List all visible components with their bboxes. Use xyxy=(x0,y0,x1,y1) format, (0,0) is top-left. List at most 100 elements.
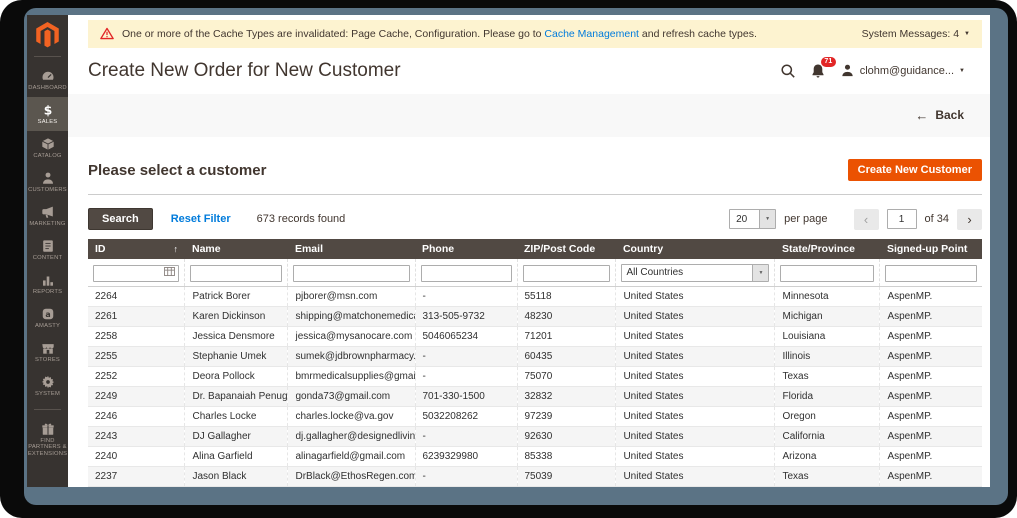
table-cell: Stephanie Umek xyxy=(184,346,288,367)
marketing-icon xyxy=(41,206,53,218)
table-row[interactable]: 2243 DJ Gallagher dj.gallagher@designedliv… xyxy=(88,426,982,447)
table-row[interactable]: 2246 Charles Locke charles.locke@va.gov 503… xyxy=(88,406,982,427)
sidebar-item-stores[interactable]: STORES xyxy=(27,335,68,369)
table-cell: 701-330-1500 xyxy=(414,386,517,407)
search-button[interactable]: Search xyxy=(88,208,153,230)
table-row[interactable]: 2249Dr. Bapanaiah Penugondagonda73@gmail… xyxy=(88,386,982,407)
table-cell: 60435 xyxy=(516,346,616,367)
back-button[interactable]: ← Back xyxy=(915,108,964,123)
sidebar-item-label: SYSTEM xyxy=(34,390,61,397)
table-cell: 97239 xyxy=(516,406,616,427)
table-row[interactable]: 2264 Patrick Borer pjborer@msn.com -55118 Un… xyxy=(88,286,982,307)
column-header-email[interactable]: Email xyxy=(287,239,415,259)
column-header-name[interactable]: Name xyxy=(184,239,288,259)
sidebar-item-amasty[interactable]: a AMASTY xyxy=(27,301,68,335)
table-row[interactable]: 2240 Alina Garfield alinagarfield@gmail.co… xyxy=(88,446,982,467)
chevron-down-icon: ▼ xyxy=(964,30,970,37)
table-cell: United States xyxy=(615,466,775,487)
content: Please select a customer Create New Cust… xyxy=(68,137,990,487)
sidebar-item-label: CONTENT xyxy=(32,254,63,261)
table-row[interactable]: 2237 Jason Black DrBlack@EthosRegen.com -75… xyxy=(88,466,982,487)
table-cell: charles.locke@va.gov xyxy=(287,406,415,427)
table-cell: 5046065234 xyxy=(414,326,517,347)
per-page-select[interactable]: 20 ▼ xyxy=(729,209,777,229)
table-cell: AspenMP. xyxy=(879,306,982,327)
sidebar-item-label: SALES xyxy=(37,118,58,125)
chevron-down-icon: ▼ xyxy=(959,67,965,74)
table-cell: United States xyxy=(615,286,775,307)
filter-email-input[interactable] xyxy=(293,265,410,282)
column-header-phone[interactable]: Phone xyxy=(415,239,517,259)
column-header-state[interactable]: State/Province xyxy=(774,239,880,259)
column-header-country[interactable]: Country xyxy=(615,239,775,259)
sidebar-item-sales[interactable]: $ SALES xyxy=(27,96,68,131)
page-header: Create New Order for New Customer 71 clo… xyxy=(68,48,990,94)
sidebar-divider xyxy=(34,56,61,57)
per-page-label: per page xyxy=(784,213,828,225)
sidebar-item-find-partners[interactable]: FIND PARTNERS & EXTENSIONS xyxy=(27,416,68,464)
table-cell: Jason Black xyxy=(184,466,288,487)
system-messages-toggle[interactable]: System Messages: 4 ▼ xyxy=(862,28,970,40)
table-cell: 48230 xyxy=(516,306,616,327)
sidebar-item-marketing[interactable]: MARKETING xyxy=(27,199,68,233)
cache-management-link[interactable]: Cache Management xyxy=(544,28,639,40)
table-cell: Karen Dickinson xyxy=(184,306,288,327)
table-cell: AspenMP. xyxy=(879,366,982,387)
grid-toolbar: Search Reset Filter 673 records found 20… xyxy=(88,208,982,230)
sidebar-item-label: STORES xyxy=(35,356,60,363)
table-cell: 2249 xyxy=(88,386,185,407)
filter-signup-point-input[interactable] xyxy=(885,265,977,282)
filter-state-input[interactable] xyxy=(780,265,875,282)
table-row[interactable]: 2258 Jessica Densmore jessica@mysanocare.c… xyxy=(88,326,982,347)
previous-page-button[interactable]: ‹ xyxy=(853,208,879,230)
sidebar-item-customers[interactable]: CUSTOMERS xyxy=(27,165,68,199)
create-new-customer-button[interactable]: Create New Customer xyxy=(847,159,982,181)
catalog-icon xyxy=(41,138,54,150)
table-cell: - xyxy=(414,286,517,307)
table-cell: United States xyxy=(615,366,775,387)
table-cell: AspenMP. xyxy=(879,446,982,467)
table-cell: 2252 xyxy=(88,366,185,387)
table-row[interactable]: 2252Deora Pollockbmrmedicalsupplies@gmai… xyxy=(88,366,982,387)
table-cell: pjborer@msn.com xyxy=(287,286,415,307)
table-row[interactable]: 2261 Karen Dickinson shipping@matchonemedi… xyxy=(88,306,982,327)
table-cell: 313-505-9732 xyxy=(414,306,517,327)
sidebar-item-dashboard[interactable]: DASHBOARD xyxy=(27,63,68,97)
filter-country-select[interactable]: All Countries ▼ xyxy=(621,263,770,282)
sidebar-item-content[interactable]: CONTENT xyxy=(27,233,68,267)
filter-name-input[interactable] xyxy=(190,265,283,282)
filter-zip-input[interactable] xyxy=(522,265,611,282)
reset-filter-link[interactable]: Reset Filter xyxy=(171,213,231,225)
page-number-input[interactable] xyxy=(886,209,917,229)
table-row[interactable]: 2255Stephanie Umeksumek@jdbrownpharmacy.… xyxy=(88,346,982,367)
user-menu[interactable]: clohm@guidance... ▼ xyxy=(840,63,965,78)
sidebar: DASHBOARD $ SALES CATALOG CUSTOMERS MARK… xyxy=(27,15,68,487)
sidebar-item-label: DASHBOARD xyxy=(28,85,67,91)
table-cell: Illinois xyxy=(774,346,880,367)
table-cell: 71201 xyxy=(516,326,616,347)
next-page-button[interactable]: › xyxy=(957,208,982,230)
magento-logo-icon[interactable] xyxy=(27,15,68,50)
table-cell: bmrmedicalsupplies@gmail.com xyxy=(287,366,415,387)
page-actions-bar: ← Back xyxy=(68,93,990,137)
column-header-id[interactable]: ID ↑ xyxy=(88,239,185,259)
column-header-signup-point[interactable]: Signed-up Point xyxy=(879,239,982,259)
notifications-count-badge: 71 xyxy=(820,56,836,67)
table-cell: sumek@jdbrownpharmacy.com xyxy=(287,346,415,367)
table-cell: Oregon xyxy=(774,406,880,427)
table-cell: 85338 xyxy=(516,446,616,467)
filter-phone-input[interactable] xyxy=(420,265,512,282)
sidebar-item-label: MARKETING xyxy=(29,220,66,227)
column-header-zip[interactable]: ZIP/Post Code xyxy=(517,239,616,259)
customer-grid: ID ↑ Name Email Phone ZIP/Post Code Count… xyxy=(88,239,982,487)
sidebar-item-catalog[interactable]: CATALOG xyxy=(27,131,68,165)
table-cell: Louisiana xyxy=(774,326,880,347)
notifications-button[interactable]: 71 xyxy=(810,56,836,79)
customer-rows: 2264 Patrick Borer pjborer@msn.com -55118 Un… xyxy=(88,286,982,487)
table-cell: 92630 xyxy=(516,426,616,447)
sidebar-item-system[interactable]: SYSTEM xyxy=(27,369,68,403)
table-cell: Texas xyxy=(774,466,880,487)
admin-app: DASHBOARD $ SALES CATALOG CUSTOMERS MARK… xyxy=(27,15,990,487)
global-search-button[interactable] xyxy=(780,63,796,79)
sidebar-item-reports[interactable]: REPORTS xyxy=(27,267,68,301)
